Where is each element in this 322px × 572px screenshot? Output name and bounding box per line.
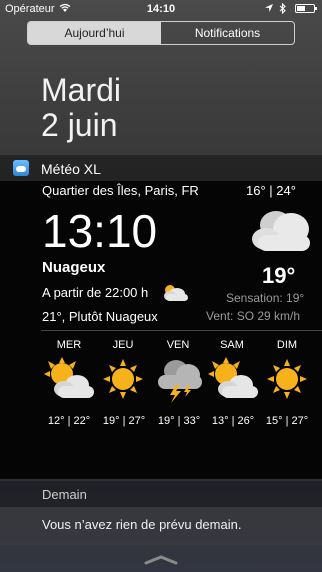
forecast-temps: 13° | 26° [211, 415, 255, 427]
current-temp: 19° [262, 263, 296, 288]
battery-icon [295, 4, 317, 13]
next-forecast-value: 21°, Plutôt Nuageux [42, 309, 158, 324]
sun-cloud-icon [44, 357, 96, 406]
forecast-day: JEU [112, 339, 134, 351]
tab-notifications[interactable]: Notifications [161, 22, 294, 44]
app-icon [13, 160, 29, 176]
forecast-temps: 19° | 27° [102, 415, 146, 427]
date-label: 2 juin [41, 107, 118, 143]
forecast-temps: 15° | 27° [265, 415, 309, 427]
feels-like-label: Sensation: 19° [226, 291, 305, 305]
thunderstorm-icon [154, 357, 204, 408]
sun-icon [265, 357, 309, 406]
sun-cloud-icon [208, 357, 260, 406]
sun-icon [101, 357, 145, 406]
tab-today[interactable]: Aujourd’hui [28, 22, 161, 44]
view-segmented-control: Aujourd’hui Notifications [27, 21, 295, 45]
cloud-icon [246, 203, 316, 260]
tomorrow-header: Demain [0, 481, 322, 507]
condition-label: Nuageux [42, 259, 106, 276]
grabber-handle-icon[interactable] [144, 552, 178, 570]
location-arrow-icon [264, 3, 274, 16]
next-forecast-label: A partir de 22:00 h [42, 285, 149, 300]
widget-app-name: Météo XL [41, 161, 101, 177]
forecast-day: DIM [276, 339, 298, 351]
status-bar: Opérateur 14:10 [0, 0, 322, 18]
tomorrow-body: Vous n’avez rien de prévu demain. [0, 507, 322, 545]
divider [41, 330, 322, 331]
location-label: Quartier des Îles, Paris, FR [42, 183, 199, 198]
tomorrow-text: Vous n’avez rien de prévu demain. [42, 517, 242, 532]
forecast-temps: 12° | 22° [47, 415, 91, 427]
weather-widget[interactable]: Quartier des Îles, Paris, FR 16° | 24° 1… [0, 181, 322, 479]
widget-header[interactable]: Météo XL [0, 155, 322, 181]
bluetooth-icon [279, 2, 287, 17]
wind-label: Vent: SO 29 km/h [206, 309, 301, 323]
small-cloud-icon [160, 281, 190, 308]
min-max-label: 16° | 24° [246, 183, 296, 198]
forecast-temps: 19° | 33° [157, 415, 201, 427]
forecast-day: MER [56, 339, 82, 351]
tomorrow-title: Demain [42, 487, 87, 502]
weekday-label: Mardi [41, 72, 122, 108]
forecast-day: SAM [220, 339, 244, 351]
forecast-day: VEN [166, 339, 190, 351]
update-time: 13:10 [42, 205, 158, 257]
